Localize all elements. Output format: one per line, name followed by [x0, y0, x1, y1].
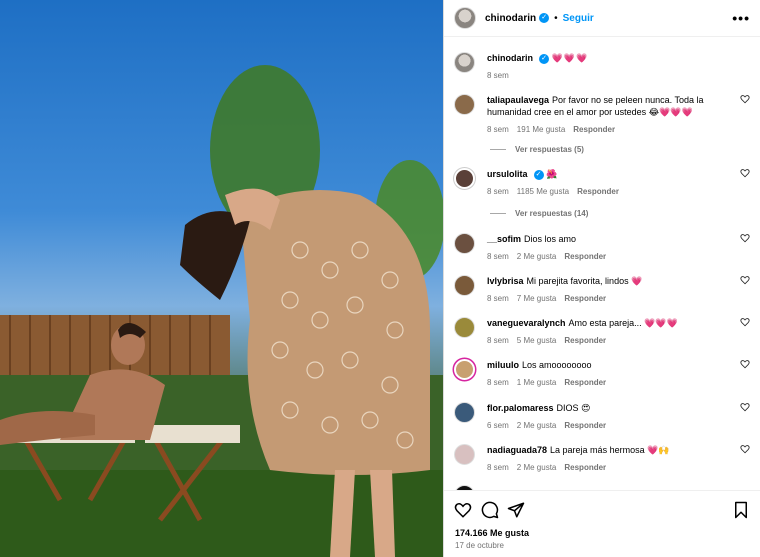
comment-item: taliapaulavega Por favor no se peleen nun…: [454, 94, 750, 136]
comment-likes[interactable]: 2 Me gusta: [517, 463, 557, 472]
comment-text: Los amoooooooo: [522, 360, 592, 370]
follow-button[interactable]: Seguir: [563, 13, 594, 24]
author-avatar[interactable]: [454, 7, 476, 29]
commenter-avatar[interactable]: [454, 233, 475, 254]
comment-username[interactable]: __sofim: [487, 234, 521, 244]
comment-item: __sofim Dios los amo 8 sem 2 Me gusta Respo…: [454, 233, 750, 263]
comment-likes[interactable]: 191 Me gusta: [517, 125, 565, 134]
comment-text: Dios los amo: [524, 234, 577, 244]
caption-text: 💗💗💗: [551, 53, 589, 63]
comment-time: 8 sem: [487, 336, 509, 345]
caption-time: 8 sem: [487, 71, 509, 80]
post-footer: 174.166 Me gusta 17 de octubre: [444, 490, 760, 557]
comment-username[interactable]: miluulo: [487, 360, 519, 370]
comment-like-heart-icon[interactable]: [740, 168, 750, 178]
post-side-panel: chinodarin ✓ • Seguir ••• chinodarin ✓ 💗💗…: [443, 0, 760, 557]
separator-dot: •: [554, 12, 558, 24]
more-options-icon[interactable]: •••: [732, 10, 750, 26]
post-date: 17 de octubre: [455, 541, 504, 550]
caption: chinodarin ✓ 💗💗💗 8 sem: [454, 52, 750, 82]
verified-badge-icon: ✓: [539, 13, 550, 23]
reply-button[interactable]: Responder: [564, 463, 606, 472]
comment-likes[interactable]: 5 Me gusta: [517, 336, 557, 345]
comment-time: 8 sem: [487, 378, 509, 387]
comment-time: 8 sem: [487, 294, 509, 303]
comment-like-heart-icon[interactable]: [740, 275, 750, 285]
bookmark-icon[interactable]: [732, 501, 750, 519]
post-header: chinodarin ✓ • Seguir •••: [444, 0, 760, 37]
reply-button[interactable]: Responder: [564, 294, 606, 303]
commenter-avatar[interactable]: [454, 359, 475, 380]
comment-time: 8 sem: [487, 252, 509, 261]
comment-time: 8 sem: [487, 463, 509, 472]
comment-text: 🌺: [546, 169, 558, 179]
verified-badge-icon: ✓: [539, 53, 550, 64]
comment-text: La pareja más hermosa 💗🙌: [550, 445, 670, 455]
comment-like-heart-icon[interactable]: [740, 359, 750, 369]
verified-badge-icon: ✓: [533, 169, 544, 180]
commenter-avatar[interactable]: [454, 168, 475, 189]
comment-item: nadiaguada78 La pareja más hermosa 💗🙌 8 s…: [454, 444, 750, 474]
comment-likes[interactable]: 2 Me gusta: [517, 252, 557, 261]
comment-time: 8 sem: [487, 187, 509, 196]
comment-like-heart-icon[interactable]: [740, 317, 750, 327]
comment-like-heart-icon[interactable]: [740, 233, 750, 243]
comment-icon[interactable]: [481, 501, 499, 519]
comment-time: 8 sem: [487, 125, 509, 134]
comment-item: lvlybrisa Mi parejita favorita, lindos 💗 …: [454, 275, 750, 305]
comment-likes[interactable]: 7 Me gusta: [517, 294, 557, 303]
commenter-avatar[interactable]: [454, 402, 475, 423]
likes-count[interactable]: 174.166 Me gusta: [455, 528, 529, 538]
comment-username[interactable]: lvlybrisa: [487, 276, 524, 286]
reply-button[interactable]: Responder: [564, 252, 606, 261]
reply-button[interactable]: Responder: [564, 378, 606, 387]
comment-time: 6 sem: [487, 421, 509, 430]
view-replies-button[interactable]: Ver respuestas (14): [490, 209, 588, 218]
commenter-avatar[interactable]: [454, 317, 475, 338]
reply-button[interactable]: Responder: [577, 187, 619, 196]
heart-icon[interactable]: [454, 501, 472, 519]
comment-likes[interactable]: 2 Me gusta: [517, 421, 557, 430]
comment-item: miluulo Los amoooooooo 8 sem 1 Me gusta Res…: [454, 359, 750, 389]
comment-username[interactable]: nadiaguada78: [487, 445, 547, 455]
action-bar: [454, 501, 750, 519]
comment-item: vaneguevaralynch Amo esta pareja... 💗💗💗 8…: [454, 317, 750, 347]
comment-username[interactable]: ursulolita: [487, 169, 528, 179]
comment-like-heart-icon[interactable]: [740, 444, 750, 454]
comment-username[interactable]: flor.palomaress: [487, 403, 554, 413]
caption-username[interactable]: chinodarin: [487, 53, 533, 63]
share-icon[interactable]: [507, 501, 525, 519]
commenter-avatar[interactable]: [454, 444, 475, 465]
comment-username[interactable]: taliapaulavega: [487, 95, 549, 105]
comment-item: flor.palomaress DIOS 😍 6 sem 2 Me gusta Res…: [454, 402, 750, 432]
commenter-avatar[interactable]: [454, 94, 475, 115]
author-avatar[interactable]: [454, 52, 475, 73]
view-replies-button[interactable]: Ver respuestas (5): [490, 145, 584, 154]
comment-username[interactable]: vaneguevaralynch: [487, 318, 566, 328]
commenter-avatar[interactable]: [454, 275, 475, 296]
comment-likes[interactable]: 1185 Me gusta: [517, 187, 569, 196]
reply-button[interactable]: Responder: [564, 421, 606, 430]
reply-button[interactable]: Responder: [564, 336, 606, 345]
post-photo[interactable]: [0, 0, 443, 557]
author-username[interactable]: chinodarin: [485, 13, 536, 24]
comment-text: Amo esta pareja... 💗💗💗: [568, 318, 678, 328]
comment-like-heart-icon[interactable]: [740, 94, 750, 104]
comment-like-heart-icon[interactable]: [740, 402, 750, 412]
comment-text: Mi parejita favorita, lindos 💗: [526, 276, 643, 286]
comment-item: ursulolita ✓ 🌺 8 sem 1185 Me gusta Responde…: [454, 168, 750, 198]
comments-list[interactable]: chinodarin ✓ 💗💗💗 8 sem taliapaulavega Por …: [444, 38, 760, 490]
reply-button[interactable]: Responder: [573, 125, 615, 134]
comment-text: DIOS 😍: [556, 403, 591, 413]
comment-likes[interactable]: 1 Me gusta: [517, 378, 557, 387]
